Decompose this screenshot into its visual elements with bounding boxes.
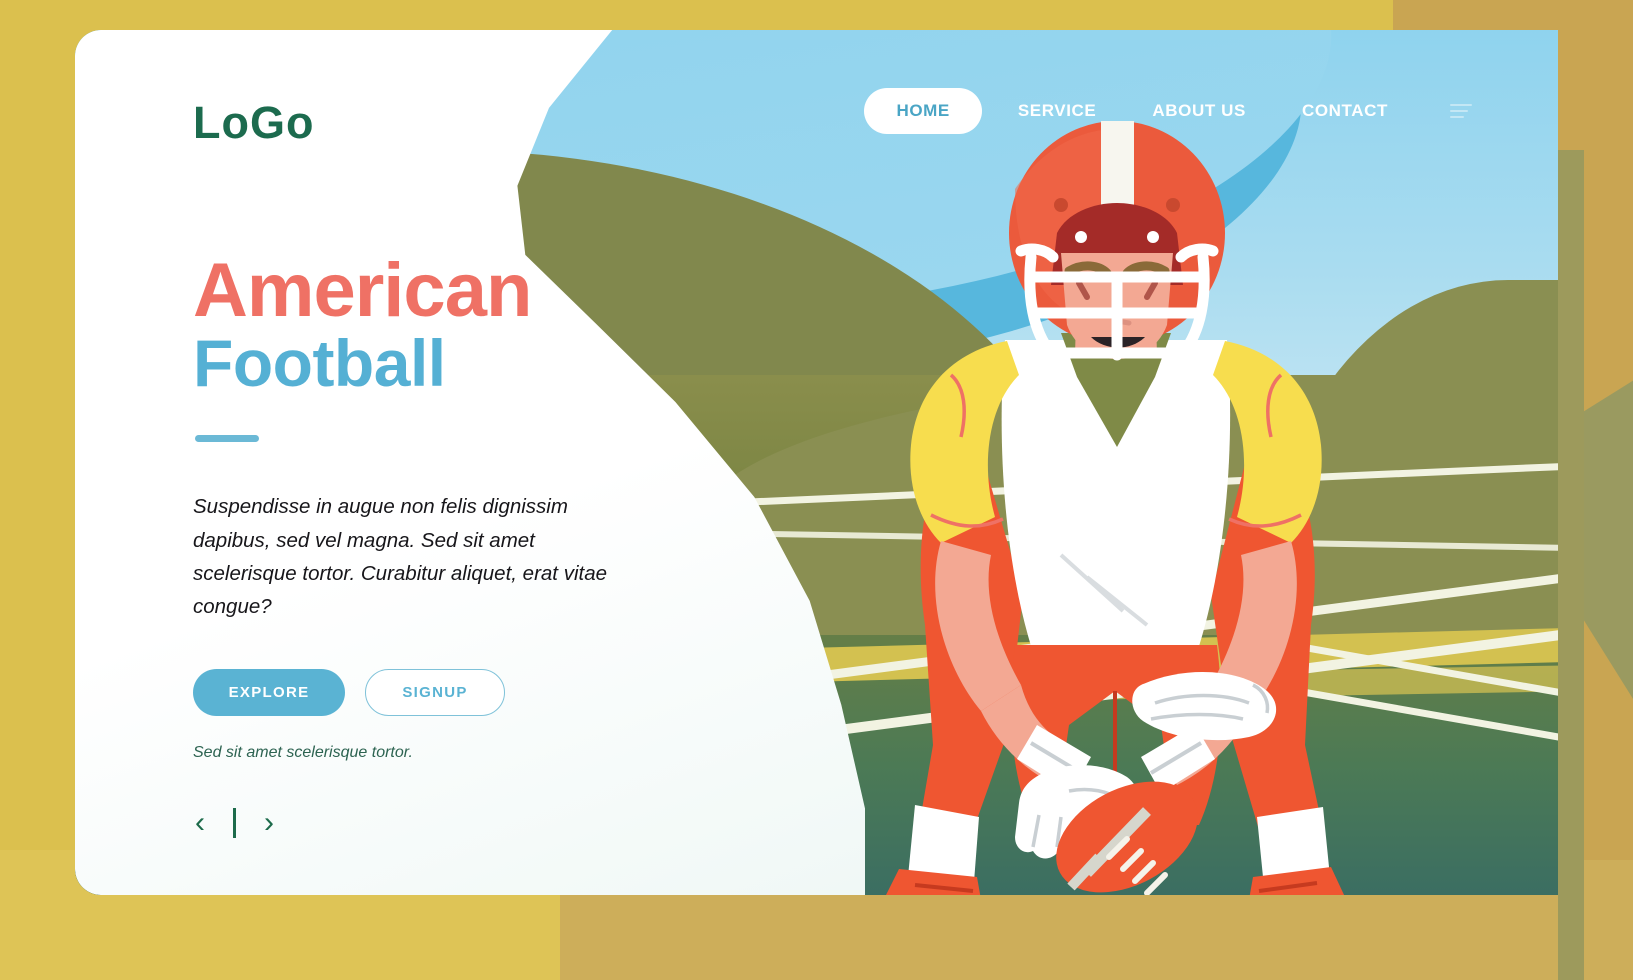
page-frame: HOME SERVICE ABOUT US CONTACT LoGo Ameri…	[0, 0, 1633, 980]
hamburger-icon[interactable]	[1450, 104, 1472, 118]
main-navigation: HOME SERVICE ABOUT US CONTACT	[864, 88, 1472, 134]
page-title-line-2: Football	[193, 325, 446, 400]
hero-tagline: Sed sit amet scelerisque tortor.	[193, 744, 413, 762]
title-underline-rule	[195, 435, 259, 443]
carousel-divider	[233, 808, 236, 839]
hero-body-text: Suspendisse in augue non felis dignissim…	[193, 495, 607, 618]
nav-item-service[interactable]: SERVICE	[990, 101, 1125, 121]
carousel-next-icon[interactable]: ›	[262, 808, 276, 838]
carousel-prev-icon[interactable]: ‹	[193, 808, 207, 838]
hero-button-row: EXPLORE SIGNUP	[193, 669, 753, 717]
page-title-line-1: American	[193, 248, 532, 333]
frame-shadow-vertical	[1558, 150, 1584, 980]
hero-section: HOME SERVICE ABOUT US CONTACT LoGo Ameri…	[75, 30, 1558, 895]
hamburger-bar	[1450, 110, 1468, 112]
nav-item-home[interactable]: HOME	[864, 88, 982, 134]
hamburger-bar	[1450, 116, 1464, 118]
page-title: American Football	[193, 248, 753, 400]
logo[interactable]: LoGo	[193, 100, 753, 145]
signup-button[interactable]: SIGNUP	[365, 669, 505, 717]
nav-item-contact[interactable]: CONTACT	[1274, 101, 1416, 121]
football-player-illustration	[855, 121, 1375, 895]
hamburger-bar	[1450, 104, 1472, 106]
carousel-controls: ‹ ›	[193, 808, 753, 839]
explore-button[interactable]: EXPLORE	[193, 669, 345, 717]
hero-content: LoGo American Football Suspendisse in au…	[193, 100, 753, 839]
nav-item-about-us[interactable]: ABOUT US	[1124, 101, 1274, 121]
